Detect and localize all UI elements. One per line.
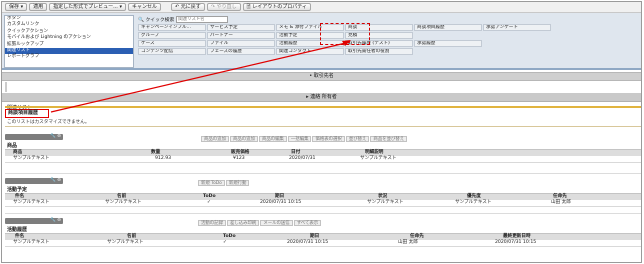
layout-editor-frame: 保存 ▾ 適用 指定した形式でプレビュー... ▾ キャンセル ↶ 元に戻す ↷… xyxy=(1,1,642,263)
annotation-arrow xyxy=(50,40,351,113)
